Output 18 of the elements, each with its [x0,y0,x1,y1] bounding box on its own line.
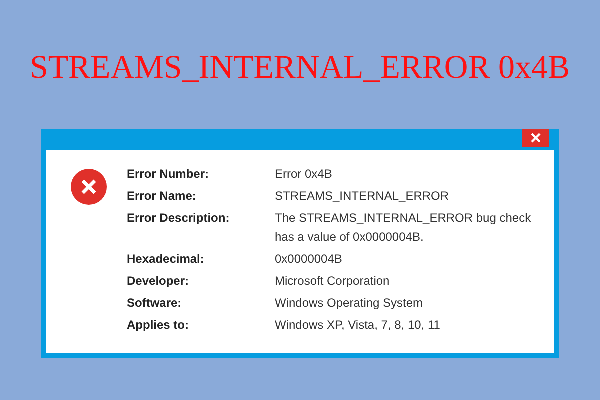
field-label: Error Description: [127,211,231,227]
field-value: Microsoft Corporation [275,273,391,290]
field-value: 0x0000004B [275,251,344,268]
field-value: Windows Operating System [275,295,424,312]
field-label: Hexadecimal: [127,252,206,268]
field-label: Developer: [127,274,190,290]
field-label: Software: [127,296,183,312]
close-button[interactable] [522,129,549,147]
field-value: STREAMS_INTERNAL_ERROR [275,188,450,205]
field-value: The STREAMS_INTERNAL_ERROR bug check has a value of 0x0000004B. [275,210,532,246]
headline: STREAMS_INTERNAL_ERROR 0x4B [30,49,570,88]
field-value: Error 0x4B [275,166,334,183]
error-icon [71,169,107,205]
close-icon [530,133,540,143]
field-value: Windows XP, Vista, 7, 8, 10, 11 [275,317,442,334]
field-label: Error Number: [127,167,210,183]
field-label: Applies to: [127,318,190,334]
field-label: Error Name: [127,189,198,205]
